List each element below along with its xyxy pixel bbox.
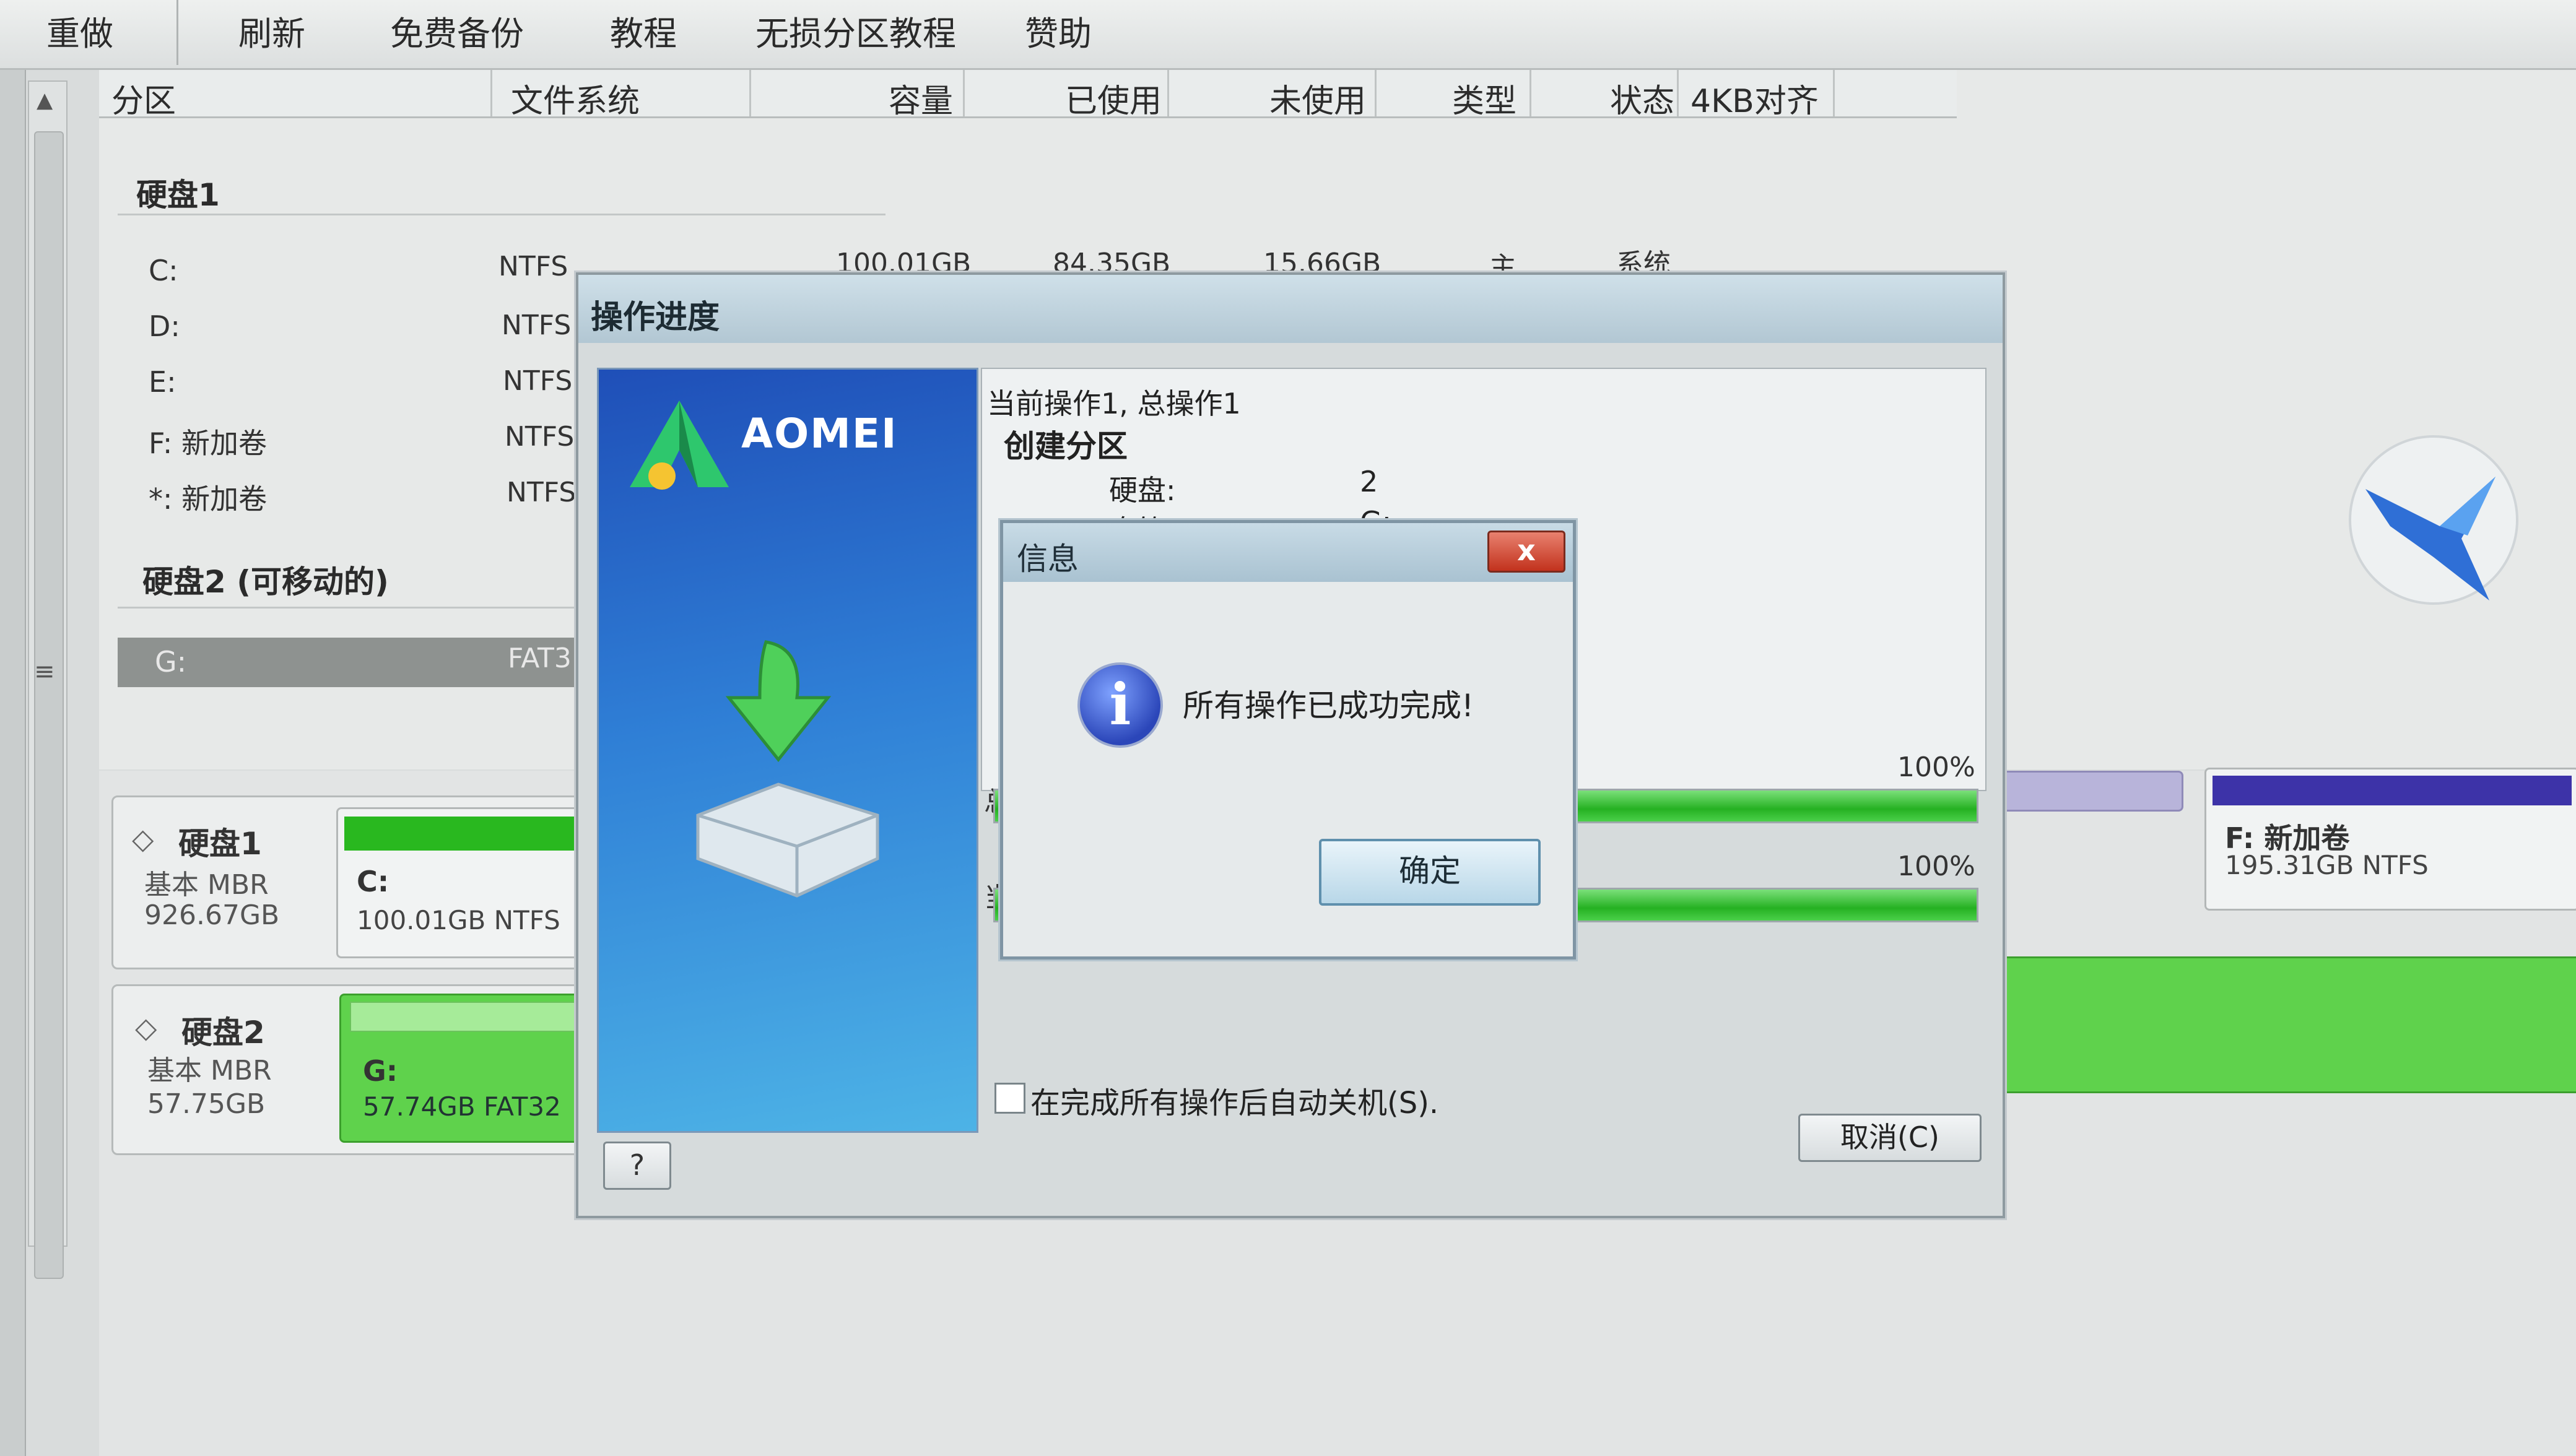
row-partition-name: *: 新加卷 — [149, 482, 268, 516]
col-used[interactable]: 已使用 — [1065, 75, 1162, 121]
col-status[interactable]: 状态 — [1610, 75, 1674, 121]
row-partition-name: E: — [149, 365, 176, 399]
partition-name: C: — [357, 865, 389, 898]
col-separator — [749, 70, 751, 116]
row-partition-name: C: — [149, 254, 178, 287]
aomei-logo-icon — [630, 401, 729, 490]
disk2-title: 硬盘2 — [181, 1015, 265, 1051]
toolbar-partition-tutorial-button[interactable]: 无损分区教程 — [755, 6, 956, 55]
grip-icon: ≡ — [34, 657, 55, 686]
disk1-card[interactable]: ◇ 硬盘1 基本 MBR 926.67GB C: 100.01GB NTFS — [111, 795, 586, 969]
disk-icon: ◇ — [135, 1011, 157, 1044]
disk-download-icon — [696, 640, 879, 898]
partition-usage-bar — [350, 1002, 578, 1032]
row-filesystem: NTFS — [498, 251, 568, 282]
disk-label: 硬盘: — [1109, 474, 1176, 507]
toolbar-redo-button[interactable]: 重做 — [46, 6, 113, 55]
disk2-type: 基本 MBR — [147, 1055, 272, 1086]
partition-f-block[interactable]: F: 新加卷 195.31GB NTFS — [2204, 768, 2576, 911]
operation-name: 创建分区 — [1004, 428, 1128, 464]
row-partition-name: G: — [155, 645, 187, 678]
progress-dialog-title: 操作进度 — [591, 299, 720, 336]
row-filesystem: NTFS — [505, 421, 575, 453]
message-box-title: 信息 — [1017, 541, 1079, 577]
col-separator — [490, 70, 492, 116]
disk2-card[interactable]: ◇ 硬盘2 基本 MBR 57.75GB G: 57.74GB FAT32 — [111, 984, 586, 1155]
row-partition-name: F: 新加卷 — [149, 427, 268, 460]
toolbar-donate-button[interactable]: 赞助 — [1025, 6, 1092, 55]
aomei-brand-text: AOMEI — [741, 410, 898, 457]
col-separator — [1167, 70, 1169, 116]
info-message-box: 信息 x i 所有操作已成功完成! 确定 — [1000, 520, 1576, 960]
col-partition[interactable]: 分区 — [111, 75, 176, 121]
table-row-selected[interactable]: G: FAT3 — [118, 638, 601, 687]
current-progress-percent: 100% — [1897, 851, 1975, 882]
close-button[interactable]: x — [1487, 531, 1565, 573]
scroll-up-icon[interactable]: ▲ — [37, 88, 53, 113]
left-panel-edge — [0, 70, 26, 1456]
info-icon: i — [1077, 662, 1163, 748]
row-filesystem: FAT3 — [508, 643, 572, 674]
disk1-type: 基本 MBR — [144, 869, 269, 901]
row-filesystem: NTFS — [503, 365, 573, 397]
col-separator — [1677, 70, 1679, 116]
disk2-group-title: 硬盘2 (可移动的) — [142, 564, 389, 600]
toolbar-refresh-button[interactable]: 刷新 — [238, 6, 305, 55]
scrollbar-thumb[interactable] — [34, 131, 64, 1279]
toolbar: 重做 刷新 免费备份 教程 无损分区教程 赞助 — [0, 0, 2576, 70]
disk2-size: 57.75GB — [147, 1088, 266, 1120]
col-type[interactable]: 类型 — [1452, 75, 1516, 121]
cancel-button[interactable]: 取消(C) — [1798, 1114, 1982, 1162]
bird-logo-icon — [2349, 435, 2518, 605]
help-button[interactable]: ? — [603, 1142, 671, 1190]
group-divider — [118, 607, 601, 609]
vertical-scrollbar[interactable]: ▲ ≡ — [28, 80, 67, 1279]
disk1-title: 硬盘1 — [178, 826, 262, 862]
partition-usage-bar — [2213, 776, 2572, 805]
column-header: 分区 文件系统 容量 已使用 未使用 类型 状态 4KB对齐 — [99, 70, 1957, 121]
partition-info: 57.74GB FAT32 — [363, 1091, 561, 1122]
current-operation-text: 当前操作1, 总操作1 — [987, 387, 1241, 420]
col-capacity[interactable]: 容量 — [889, 75, 953, 121]
col-4k-align[interactable]: 4KB对齐 — [1690, 75, 1819, 121]
toolbar-tutorial-button[interactable]: 教程 — [610, 6, 677, 55]
partition-name: G: — [363, 1054, 398, 1088]
partition-g-block[interactable]: G: 57.74GB FAT32 — [339, 994, 581, 1143]
col-separator — [963, 70, 965, 116]
disk1-group-title: 硬盘1 — [136, 177, 220, 213]
col-separator — [1530, 70, 1531, 116]
col-separator — [1833, 70, 1835, 116]
message-box-titlebar[interactable]: 信息 x — [1003, 523, 1573, 582]
progress-dialog-titlebar[interactable]: 操作进度 — [578, 275, 2003, 343]
partition-info: 195.31GB NTFS — [2225, 850, 2429, 880]
ok-button[interactable]: 确定 — [1319, 839, 1541, 906]
row-filesystem: NTFS — [502, 310, 572, 341]
partition-c-block[interactable]: C: 100.01GB NTFS — [336, 807, 581, 958]
message-text: 所有操作已成功完成! — [1183, 688, 1474, 724]
partition-usage-bar — [344, 817, 580, 851]
group-divider — [118, 214, 886, 215]
disk2-unallocated-green[interactable] — [1994, 956, 2576, 1093]
row-filesystem: NTFS — [507, 477, 577, 508]
toolbar-free-backup-button[interactable]: 免费备份 — [390, 6, 524, 55]
total-progress-percent: 100% — [1897, 752, 1975, 783]
col-filesystem[interactable]: 文件系统 — [511, 75, 640, 121]
auto-shutdown-checkbox[interactable] — [994, 1083, 1025, 1114]
disk-value: 2 — [1360, 465, 1378, 498]
partition-e-block[interactable] — [1994, 771, 2183, 812]
partition-info: 100.01GB NTFS — [357, 905, 560, 935]
disk-icon: ◇ — [132, 822, 154, 856]
aomei-brand-panel: AOMEI — [597, 368, 978, 1133]
disk1-size: 926.67GB — [144, 899, 280, 931]
col-separator — [1375, 70, 1377, 116]
row-partition-name: D: — [149, 310, 180, 343]
toolbar-separator — [176, 0, 178, 65]
col-free[interactable]: 未使用 — [1269, 75, 1366, 121]
auto-shutdown-label[interactable]: 在完成所有操作后自动关机(S). — [1030, 1078, 1438, 1122]
